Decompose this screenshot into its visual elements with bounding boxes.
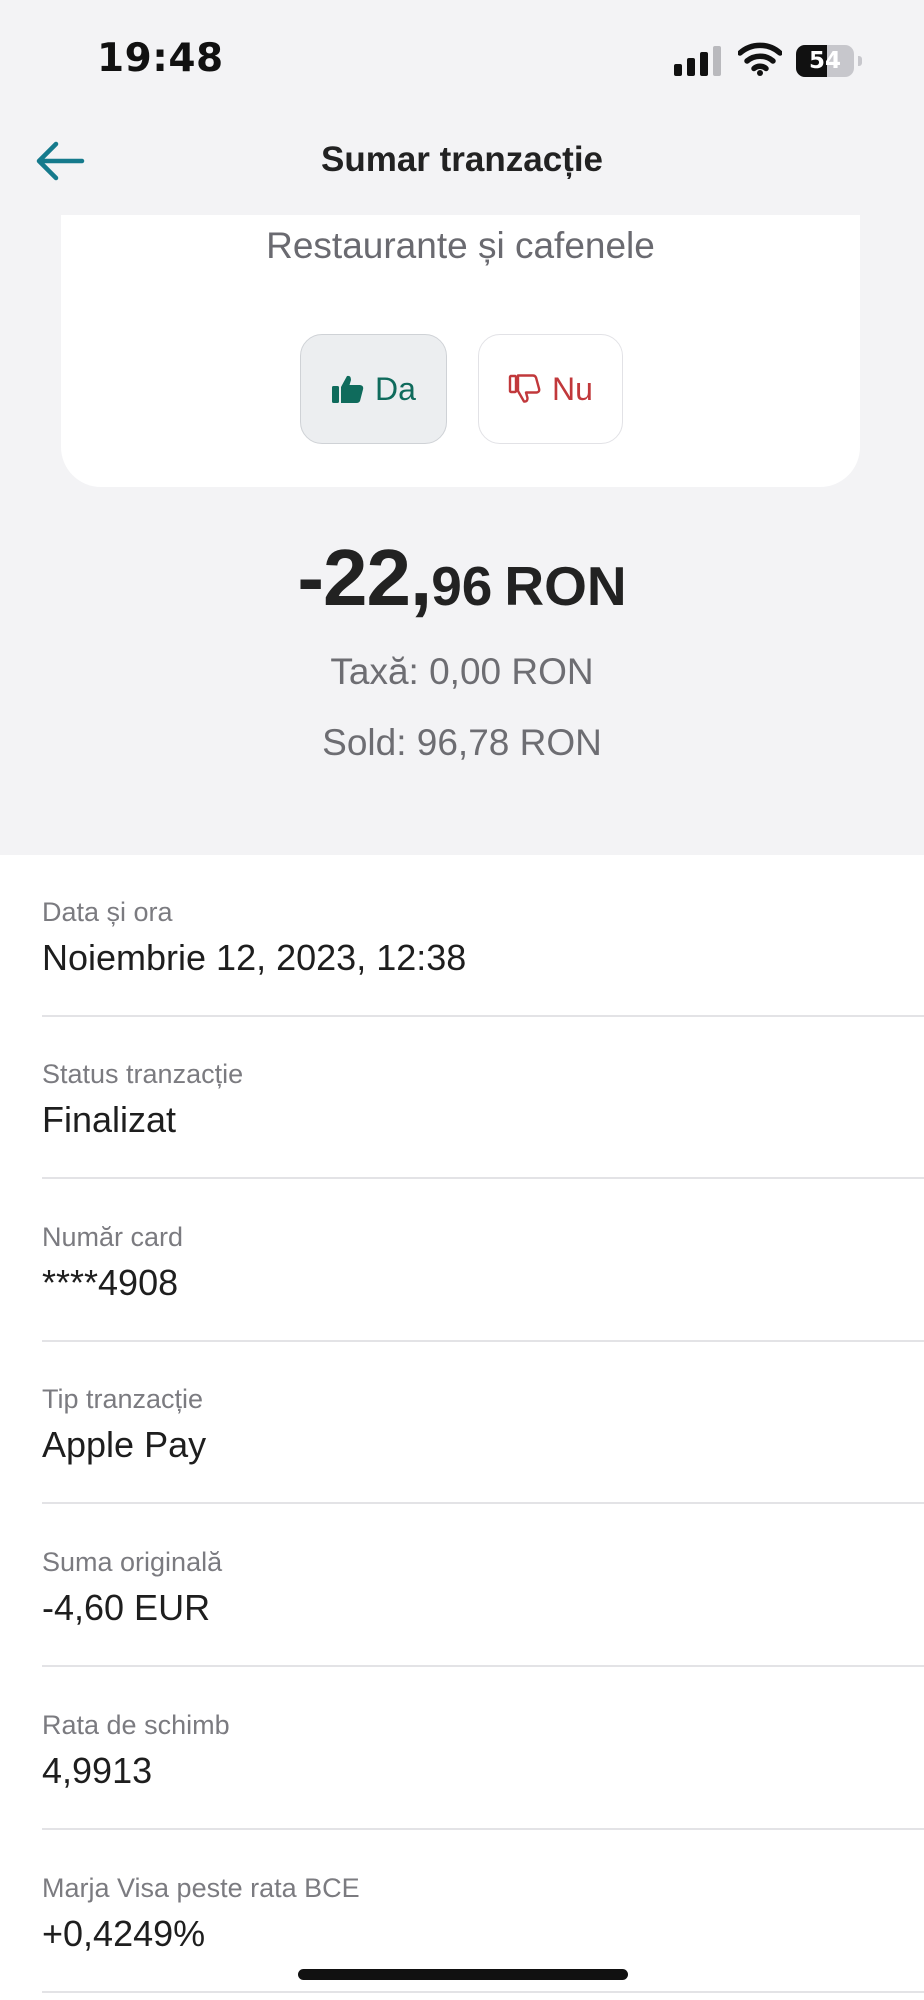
category-name: Restaurante și cafenele [266, 225, 655, 266]
category-card: Restaurante și cafenele Da Nu [61, 215, 860, 487]
detail-value: Apple Pay [42, 1424, 207, 1465]
detail-label: Tip tranzacție [42, 1384, 204, 1414]
thumbs-up-icon [332, 375, 364, 403]
thumbs-down-icon [508, 374, 541, 403]
detail-value: 4,9913 [42, 1750, 153, 1791]
battery-icon: 54 [796, 45, 862, 77]
transaction-amount: -22,96 RON [0, 532, 924, 624]
detail-row-original-amount: Suma originală -4,60 EUR [42, 1505, 924, 1667]
wifi-icon [738, 42, 782, 76]
amount-decimal: 96 [431, 555, 493, 617]
detail-row-transaction-type: Tip tranzacție Apple Pay [42, 1342, 924, 1504]
no-button[interactable]: Nu [478, 334, 623, 444]
detail-label: Suma originală [42, 1547, 223, 1577]
detail-value: Finalizat [42, 1099, 177, 1140]
detail-value: -4,60 EUR [42, 1587, 211, 1628]
detail-label: Număr card [42, 1222, 184, 1252]
detail-value: Noiembrie 12, 2023, 12:38 [42, 937, 467, 978]
yes-label: Da [375, 370, 416, 407]
detail-value: +0,4249% [42, 1913, 206, 1954]
yes-button[interactable]: Da [300, 334, 447, 444]
detail-row-exchange-rate: Rata de schimb 4,9913 [42, 1668, 924, 1830]
detail-label: Marja Visa peste rata BCE [42, 1873, 360, 1903]
amount-currency: RON [504, 555, 627, 617]
balance-text: Sold: 96,78 RON [322, 722, 602, 763]
amount-integer: -22, [297, 533, 432, 622]
home-indicator[interactable] [298, 1969, 628, 1980]
page-title: Sumar tranzacție [320, 140, 604, 179]
detail-row-card-number: Număr card ****4908 [42, 1180, 924, 1342]
detail-value: ****4908 [42, 1262, 179, 1303]
detail-label: Rata de schimb [42, 1710, 230, 1740]
detail-label: Data și ora [42, 897, 173, 927]
fee-text: Taxă: 0,00 RON [330, 651, 594, 692]
detail-row-status: Status tranzacție Finalizat [42, 1017, 924, 1179]
detail-row-date: Data și ora Noiembrie 12, 2023, 12:38 [42, 855, 924, 1017]
no-label: Nu [552, 370, 593, 407]
battery-level: 54 [808, 48, 841, 74]
status-time: 19:48 [97, 36, 224, 81]
signal-icon [674, 46, 722, 76]
detail-label: Status tranzacție [42, 1059, 244, 1089]
